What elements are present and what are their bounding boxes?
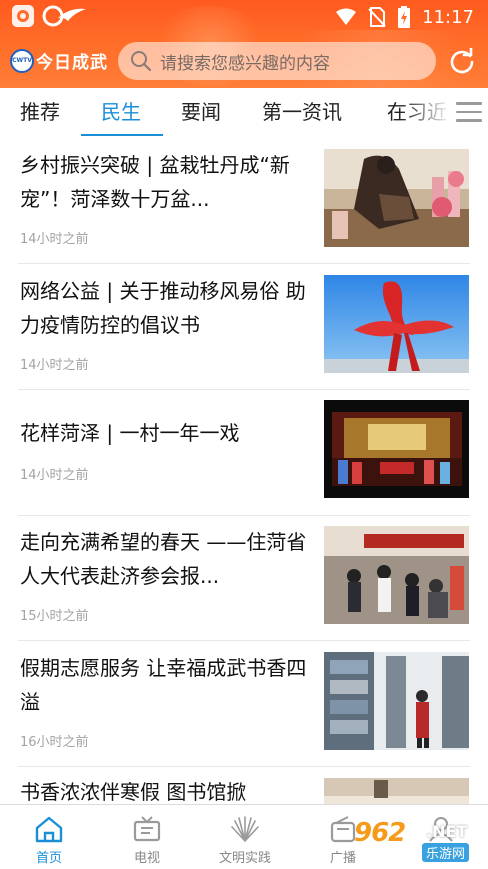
news-time: 14小时之前 xyxy=(20,358,89,373)
tab-first-news[interactable]: 第一资讯 xyxy=(262,88,342,138)
news-time: 16小时之前 xyxy=(20,735,89,750)
search-icon xyxy=(131,51,152,72)
watermark-brand: 962 xyxy=(354,818,406,848)
refresh-icon[interactable] xyxy=(449,48,475,74)
watermark-suffix: .NET xyxy=(426,822,468,841)
app-header: 11:17 CWTV 今日成武 请搜索您感兴趣的内容 xyxy=(0,0,488,88)
tab-headlines[interactable]: 要闻 xyxy=(181,88,221,138)
status-bar: 11:17 xyxy=(0,0,488,34)
bird-logo-icon xyxy=(42,5,86,27)
news-item[interactable]: 网络公益 | 关于推动移风易俗 助力疫情防控的倡议书 14小时之前 xyxy=(0,264,488,390)
nav-tv[interactable]: 电视 xyxy=(98,805,196,869)
search-input[interactable]: 请搜索您感兴趣的内容 xyxy=(118,42,436,80)
nav-label: 首页 xyxy=(35,851,62,866)
news-thumbnail xyxy=(324,149,469,247)
civilization-icon xyxy=(231,816,259,842)
nav-label: 文明实践 xyxy=(218,851,271,866)
news-thumbnail xyxy=(324,778,469,804)
news-time: 15小时之前 xyxy=(20,609,89,624)
news-item[interactable]: 花样菏泽 | 一村一年一戏 14小时之前 xyxy=(0,390,488,516)
news-title: 花样菏泽 | 一村一年一戏 xyxy=(20,421,240,445)
news-thumbnail xyxy=(324,652,469,750)
news-thumbnail xyxy=(324,275,469,373)
wifi-icon xyxy=(336,8,357,25)
logo-text: 今日成武 xyxy=(36,53,108,73)
news-thumbnail xyxy=(324,400,469,498)
news-time: 14小时之前 xyxy=(20,232,89,247)
news-item[interactable]: 走向充满希望的春天 ——住菏省人大代表赴济参会报... 15小时之前 xyxy=(0,515,488,641)
news-title: 乡村振兴突破 | 盆栽牡丹成“新宠”！菏泽数十万盆... xyxy=(20,153,290,211)
battery-charging-icon xyxy=(398,6,411,28)
active-tab-indicator xyxy=(81,134,163,136)
clock: 11:17 xyxy=(422,6,474,28)
news-item[interactable]: 假期志愿服务 让幸福成武书香四溢 16小时之前 xyxy=(0,641,488,767)
news-thumbnail xyxy=(324,526,469,624)
news-item[interactable]: 书香浓浓伴寒假 图书馆掀 xyxy=(0,767,488,804)
search-placeholder: 请搜索您感兴趣的内容 xyxy=(160,53,330,74)
tabs-fade xyxy=(400,88,452,136)
nav-label: 电视 xyxy=(133,851,160,866)
news-title: 网络公益 | 关于推动移风易俗 助力疫情防控的倡议书 xyxy=(20,279,306,337)
app-logo[interactable]: CWTV 今日成武 xyxy=(10,48,108,73)
menu-icon[interactable] xyxy=(456,102,482,122)
nav-civilization[interactable]: 文明实践 xyxy=(196,805,294,869)
logo-badge-icon: CWTV xyxy=(10,48,34,73)
news-item[interactable]: 乡村振兴突破 | 盆栽牡丹成“新宠”！菏泽数十万盆... 14小时之前 xyxy=(0,138,488,264)
app-notification-icon xyxy=(12,5,34,27)
news-title: 走向充满希望的春天 ——住菏省人大代表赴济参会报... xyxy=(20,530,307,588)
home-icon xyxy=(35,816,63,843)
nav-home[interactable]: 首页 xyxy=(0,805,98,869)
tv-icon xyxy=(133,816,161,842)
news-time: 14小时之前 xyxy=(20,468,89,483)
tab-livelihood[interactable]: 民生 xyxy=(101,88,141,138)
watermark: 962 .NET 乐游网 xyxy=(346,816,486,866)
tab-recommend[interactable]: 推荐 xyxy=(20,88,60,138)
news-title: 书香浓浓伴寒假 图书馆掀 xyxy=(20,780,247,804)
no-sim-icon xyxy=(368,7,386,27)
news-title: 假期志愿服务 让幸福成武书香四溢 xyxy=(20,656,307,714)
watermark-cn: 乐游网 xyxy=(422,843,470,862)
news-list: 乡村振兴突破 | 盆栽牡丹成“新宠”！菏泽数十万盆... 14小时之前 网络公益… xyxy=(0,138,488,804)
